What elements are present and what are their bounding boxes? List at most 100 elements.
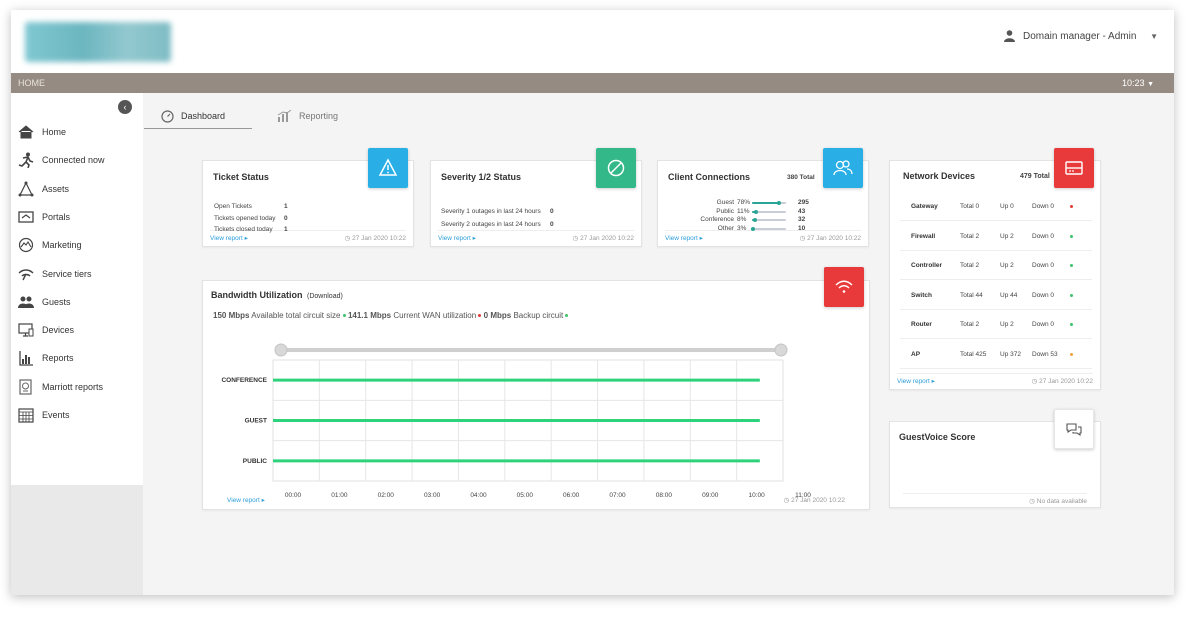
tab-dashboard[interactable]: Dashboard (161, 103, 225, 129)
card-title: Ticket Status (213, 172, 269, 182)
header: Domain manager - Admin ▼ (11, 10, 1174, 73)
bandwidth-summary: 150 Mbps Available total circuit size 14… (213, 311, 569, 320)
document-report-icon (17, 378, 35, 396)
timestamp: ◷ 27 Jan 2020 10:22 (1031, 378, 1093, 385)
view-report-link[interactable]: View report ▸ (665, 234, 703, 242)
sidebar-item-reports[interactable]: Reports (17, 348, 74, 368)
range-slider-end-handle[interactable] (774, 343, 788, 357)
view-report-link[interactable]: View report ▸ (897, 377, 935, 385)
device-row[interactable]: Firewall Total 2 Up 2 Down 0 (900, 221, 1092, 251)
guestvoice-badge (1054, 409, 1094, 449)
status-dot (565, 314, 569, 318)
sidebar-item-home[interactable]: Home (17, 122, 66, 142)
prohibited-icon (607, 159, 625, 177)
device-down: Down 53 (1032, 350, 1058, 358)
bandwidth-utilization-card: Bandwidth Utilization (Download) 150 Mbp… (202, 280, 870, 510)
user-menu[interactable]: Domain manager - Admin ▼ (994, 23, 1164, 49)
network-devices-badge (1054, 148, 1094, 188)
wan-label: Current WAN utilization (393, 311, 477, 320)
view-report-link[interactable]: View report ▸ (227, 496, 265, 504)
timestamp: ◷ 27 Jan 2020 10:22 (799, 235, 861, 242)
device-up: Up 2 (1000, 232, 1014, 240)
connection-label: Other (717, 225, 734, 233)
timestamp-text: 27 Jan 2020 10:22 (580, 235, 634, 242)
stat-row: Severity 2 outages in last 24 hours 0 (441, 221, 631, 228)
sidebar-footer (11, 485, 143, 595)
device-row[interactable]: Controller Total 2 Up 2 Down 0 (900, 250, 1092, 280)
guests-icon (17, 293, 35, 311)
device-up: Up 2 (1000, 262, 1014, 269)
device-status-dot (1070, 352, 1073, 356)
sidebar-item-label: Reports (42, 353, 74, 364)
devices-icon (17, 321, 35, 339)
tab-reporting[interactable]: Reporting (277, 103, 338, 129)
client-connections-badge (823, 148, 863, 188)
status-dot (478, 314, 482, 318)
range-slider-start-handle[interactable] (274, 343, 288, 357)
connection-label: Public (716, 207, 734, 215)
device-name: Controller (911, 262, 943, 269)
device-down: Down 0 (1032, 321, 1055, 328)
reports-chart-icon (17, 349, 35, 367)
timestamp-text: 27 Jan 2020 10:22 (1039, 378, 1093, 385)
connection-bar (752, 218, 786, 223)
sidebar-item-assets[interactable]: Assets (17, 179, 69, 199)
device-up: Up 44 (1000, 291, 1018, 299)
backup-label: Backup circuit (513, 311, 564, 320)
device-row[interactable]: AP Total 425 Up 372 Down 53 (900, 339, 1092, 369)
stat-label: Severity 2 outages in last 24 hours (441, 221, 541, 228)
sidebar-item-service-tiers[interactable]: Service tiers (17, 264, 92, 284)
category-label: PUBLIC (243, 458, 268, 465)
bandwidth-badge (824, 267, 864, 307)
sidebar-item-marketing[interactable]: Marketing (17, 235, 82, 255)
device-down: Down 0 (1032, 232, 1055, 240)
running-person-icon (17, 151, 35, 169)
device-name: AP (911, 350, 921, 358)
bandwidth-subtitle: (Download) (307, 293, 343, 300)
sidebar-item-marriott-reports[interactable]: Marriott reports (17, 377, 103, 397)
view-report-link[interactable]: View report ▸ (210, 234, 248, 242)
device-row[interactable]: Gateway Total 0 Up 0 Down 0 (900, 191, 1092, 221)
clock-time: 10:23 (1122, 78, 1145, 88)
view-report-link[interactable]: View report ▸ (438, 234, 476, 242)
clock-menu[interactable]: 10:23 ▼ (1122, 78, 1154, 88)
users-icon (833, 160, 853, 176)
connection-bar-fill (752, 202, 779, 204)
device-name: Firewall (911, 232, 936, 240)
sidebar-item-label: Assets (42, 183, 70, 194)
wifi-signal-icon (17, 265, 35, 283)
stat-value: 0 (550, 221, 554, 228)
card-title: Client Connections (668, 172, 751, 182)
app-window: Domain manager - Admin ▼ HOME 10:23 ▼ ‹ … (11, 10, 1174, 595)
collapse-sidebar-button[interactable]: ‹ (118, 100, 132, 114)
wan-value: 141.1 Mbps (347, 311, 392, 320)
sidebar-item-portals[interactable]: Portals (17, 207, 70, 227)
sidebar-item-guests[interactable]: Guests (17, 292, 71, 312)
sidebar-item-label: Home (42, 127, 67, 137)
backup-value: 0 Mbps (483, 311, 512, 320)
calendar-icon (17, 406, 35, 424)
chevron-down-icon: ▼ (1147, 81, 1154, 88)
device-up: Up 372 (1000, 350, 1021, 358)
sidebar-item-devices[interactable]: Devices (17, 320, 74, 340)
sidebar-item-connected-now[interactable]: Connected now (17, 150, 105, 170)
connection-bar (751, 227, 786, 232)
device-name: Switch (911, 291, 932, 299)
breadcrumb[interactable]: HOME (18, 78, 45, 88)
card-title: Severity 1/2 Status (441, 172, 522, 182)
network-total: 479 Total (1020, 173, 1050, 180)
sidebar-item-label: Guests (42, 296, 71, 307)
stat-row: Open Tickets 1 (214, 203, 394, 210)
stat-value: 1 (284, 226, 288, 233)
top-bar: HOME 10:23 ▼ (11, 73, 1174, 93)
link-label: View report (227, 497, 260, 504)
timestamp-text: 27 Jan 2020 10:22 (352, 235, 406, 242)
stat-label: Severity 1 outages in last 24 hours (441, 208, 541, 215)
device-total: Total 2 (960, 321, 980, 328)
device-row[interactable]: Switch Total 44 Up 44 Down 0 (900, 280, 1092, 310)
device-status-dot (1070, 323, 1073, 326)
device-name: Router (911, 321, 932, 328)
stat-label: Tickets opened today (214, 214, 276, 222)
sidebar-item-events[interactable]: Events (17, 405, 70, 425)
device-row[interactable]: Router Total 2 Up 2 Down 0 (900, 309, 1092, 339)
